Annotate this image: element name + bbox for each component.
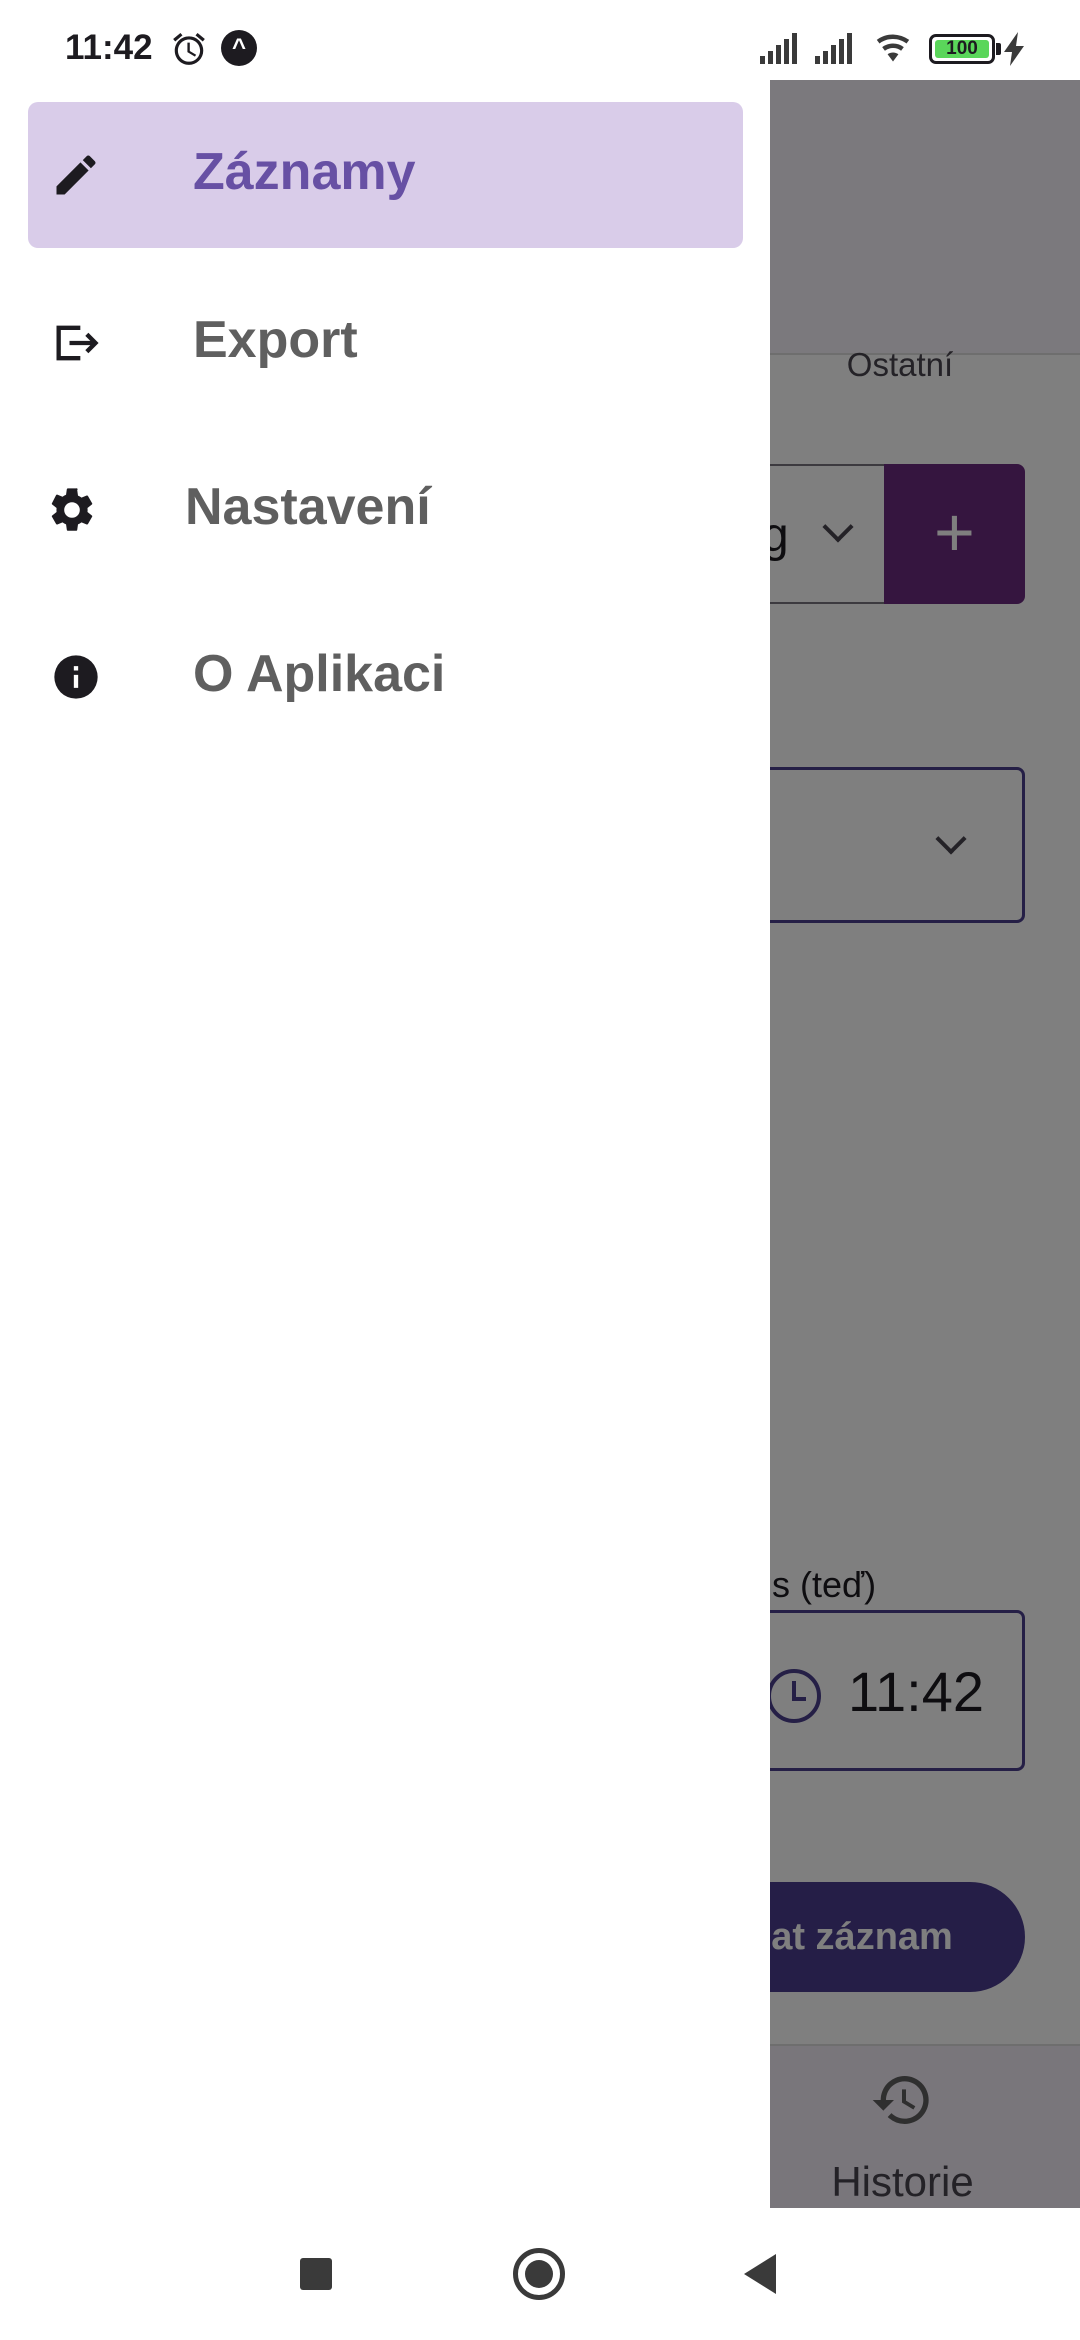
drawer-item-label: O Aplikaci [193, 645, 446, 703]
drawer-item-nastaveni[interactable]: Nastavení [28, 437, 743, 583]
wifi-icon [876, 34, 910, 62]
drawer-item-label: Nastavení [185, 478, 431, 536]
status-time: 11:42 [65, 28, 153, 67]
drawer-item-zaznamy[interactable]: Záznamy [28, 102, 743, 248]
drawer-item-label: Záznamy [193, 143, 416, 201]
signal-icon [760, 33, 797, 64]
export-icon [56, 325, 99, 361]
app-notification-icon: ^ [221, 30, 257, 66]
drawer-item-o-aplikaci[interactable]: O Aplikaci [28, 604, 743, 750]
battery-level: 100 [946, 38, 978, 59]
navigation-drawer: Záznamy Export Nastavení O Aplikaci [0, 80, 770, 2208]
pencil-icon [56, 155, 96, 195]
gear-icon [51, 488, 93, 531]
recents-button[interactable] [300, 2258, 332, 2290]
status-bar: 11:42 ^ 100 [0, 0, 1080, 80]
alarm-icon [173, 32, 205, 65]
battery-tip [996, 43, 1001, 55]
drawer-item-export[interactable]: Export [28, 270, 743, 416]
drawer-scrim[interactable] [770, 80, 1080, 2208]
home-button[interactable] [513, 2248, 565, 2300]
battery-icon: 100 [929, 34, 995, 64]
drawer-item-label: Export [193, 311, 358, 369]
signal-icon [815, 33, 852, 64]
system-navigation-bar [0, 2208, 1080, 2340]
info-icon [54, 655, 98, 699]
charging-bolt-icon [1004, 32, 1024, 66]
back-button[interactable] [744, 2254, 776, 2294]
